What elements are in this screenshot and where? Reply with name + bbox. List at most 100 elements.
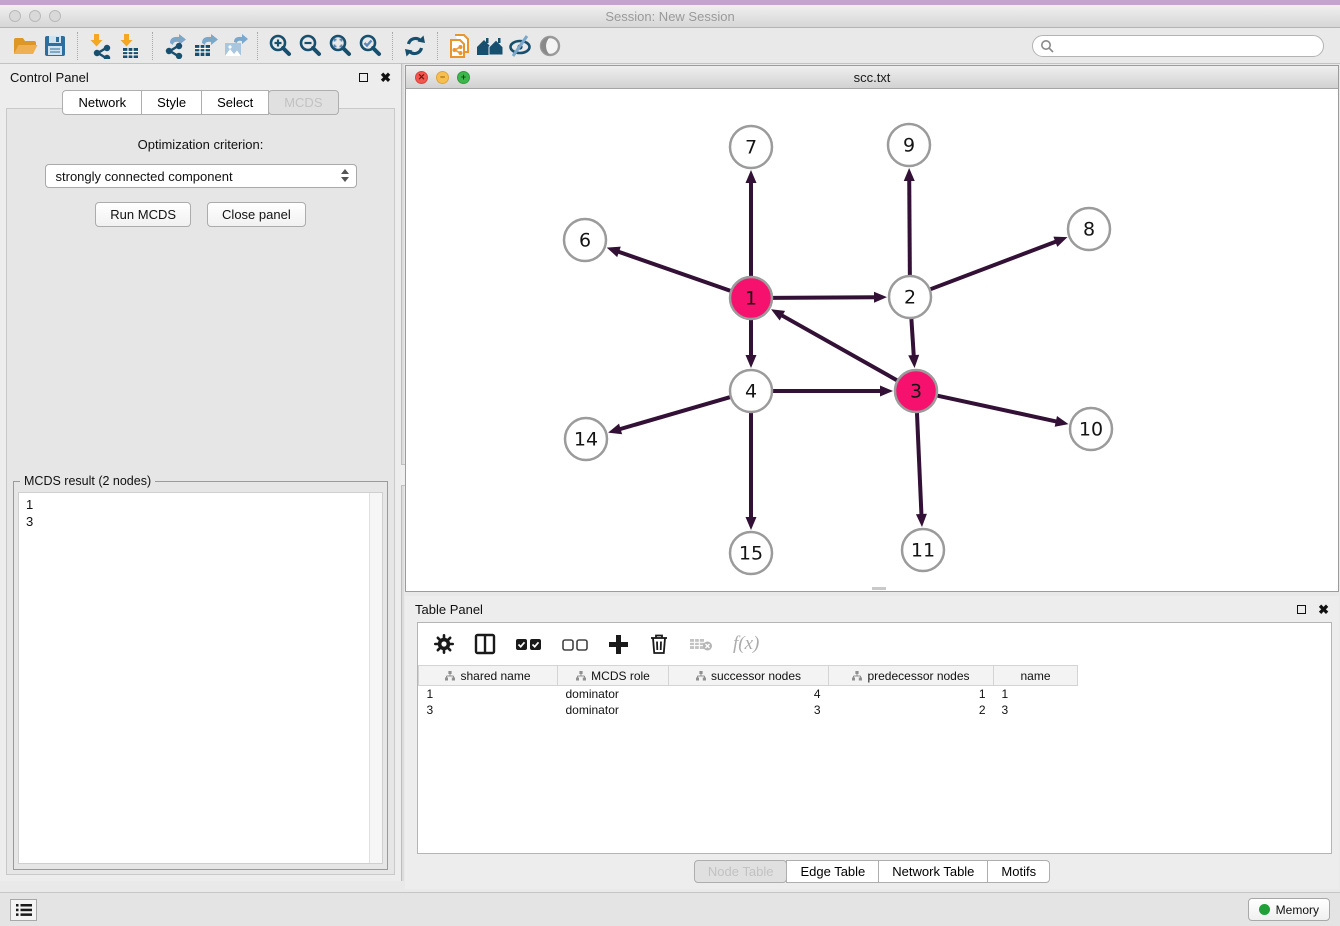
graph-edge-arrowhead <box>1053 237 1067 247</box>
toolbar-separator <box>257 32 258 60</box>
graph-node-label: 8 <box>1083 219 1095 241</box>
criterion-select[interactable]: strongly connected component <box>45 164 357 188</box>
main-toolbar <box>0 28 1340 64</box>
table-cell[interactable]: dominator <box>558 702 669 718</box>
network-canvas[interactable]: 7968124314101511 <box>406 89 1338 591</box>
refresh-icon[interactable] <box>400 32 430 60</box>
table-cell[interactable]: 3 <box>669 702 829 718</box>
run-mcds-button[interactable]: Run MCDS <box>95 202 191 227</box>
graph-edge-arrowhead <box>746 517 757 530</box>
tab-motifs[interactable]: Motifs <box>987 860 1050 883</box>
graph-edge-3-11[interactable] <box>917 413 922 516</box>
graphics-details-icon[interactable] <box>535 32 565 60</box>
table-panel-title: Table Panel <box>415 602 483 617</box>
table-row[interactable]: 1dominator411 <box>419 686 1078 702</box>
table-cell[interactable]: 3 <box>994 702 1078 718</box>
import-table-icon[interactable] <box>115 32 145 60</box>
column-label: successor nodes <box>711 669 801 683</box>
tab-edge-table[interactable]: Edge Table <box>786 860 879 883</box>
graph-edge-4-14[interactable] <box>619 397 730 429</box>
graph-edge-2-9[interactable] <box>909 179 910 275</box>
hide-selected-icon[interactable] <box>505 32 535 60</box>
tab-mcds[interactable]: MCDS <box>268 90 338 115</box>
graph-edge-2-3[interactable] <box>911 319 913 357</box>
function-builder-icon[interactable]: f(x) <box>733 633 759 655</box>
tab-style[interactable]: Style <box>141 90 202 115</box>
hierarchy-icon <box>576 671 586 681</box>
deselect-all-columns-icon[interactable] <box>562 638 588 651</box>
app-titlebar: Session: New Session <box>0 5 1340 28</box>
graph-node-label: 6 <box>579 230 591 252</box>
export-table-icon[interactable] <box>190 32 220 60</box>
search-input[interactable] <box>1032 35 1324 57</box>
tab-select[interactable]: Select <box>201 90 269 115</box>
graph-edge-1-2[interactable] <box>773 297 876 298</box>
tab-network[interactable]: Network <box>62 90 142 115</box>
close-panel-button[interactable]: Close panel <box>207 202 306 227</box>
task-history-button[interactable] <box>10 899 37 921</box>
graph-edge-arrowhead <box>608 424 622 435</box>
column-label: MCDS role <box>591 669 650 683</box>
column-header-shared-name[interactable]: shared name <box>419 666 558 686</box>
graph-edge-arrowhead <box>916 514 927 527</box>
close-panel-icon[interactable]: ✖ <box>380 71 391 84</box>
export-image-icon[interactable] <box>220 32 250 60</box>
show-columns-icon[interactable] <box>474 633 496 655</box>
table-cell[interactable]: 2 <box>829 702 994 718</box>
tab-network-table[interactable]: Network Table <box>878 860 988 883</box>
graph-edge-3-10[interactable] <box>937 396 1057 422</box>
float-table-panel-icon[interactable] <box>1297 605 1306 614</box>
delete-table-icon[interactable] <box>689 635 713 653</box>
graph-edge-1-6[interactable] <box>617 251 730 291</box>
toolbar-separator <box>152 32 153 60</box>
table-cell[interactable]: 1 <box>419 686 558 702</box>
table-cell[interactable]: 1 <box>994 686 1078 702</box>
table-cell[interactable]: 4 <box>669 686 829 702</box>
import-network-icon[interactable] <box>85 32 115 60</box>
column-label: predecessor nodes <box>867 669 969 683</box>
column-header-successor-nodes[interactable]: successor nodes <box>669 666 829 686</box>
float-panel-icon[interactable] <box>359 73 368 82</box>
table-cell[interactable]: 3 <box>419 702 558 718</box>
open-session-icon[interactable] <box>10 32 40 60</box>
table-cell[interactable]: dominator <box>558 686 669 702</box>
mcds-result-textarea[interactable]: 13 <box>18 492 383 864</box>
network-window-titlebar[interactable]: ✕ − + scc.txt <box>406 66 1338 89</box>
optimization-criterion-label: Optimization criterion: <box>7 137 394 152</box>
column-header-name[interactable]: name <box>994 666 1078 686</box>
zoom-in-icon[interactable] <box>265 32 295 60</box>
table-row[interactable]: 3dominator323 <box>419 702 1078 718</box>
column-header-MCDS-role[interactable]: MCDS role <box>558 666 669 686</box>
memory-status-icon <box>1259 904 1270 915</box>
add-column-icon[interactable] <box>608 634 629 655</box>
table-toolbar: f(x) <box>418 623 1331 665</box>
zoom-fit-icon[interactable] <box>325 32 355 60</box>
workspace: Control Panel ✖ NetworkStyleSelectMCDS O… <box>0 64 1340 892</box>
first-neighbors-icon[interactable] <box>475 32 505 60</box>
select-all-columns-icon[interactable] <box>516 638 542 651</box>
export-network-icon[interactable] <box>160 32 190 60</box>
node-table: shared name MCDS role successor nodes prede… <box>418 665 1078 718</box>
memory-button[interactable]: Memory <box>1248 898 1330 921</box>
zoom-selected-icon[interactable] <box>355 32 385 60</box>
network-window-title: scc.txt <box>406 70 1338 85</box>
mcds-result-group: MCDS result (2 nodes) 13 <box>13 481 388 870</box>
close-table-panel-icon[interactable]: ✖ <box>1318 603 1329 616</box>
mcds-result-scrollbar[interactable] <box>369 493 382 863</box>
graph-node-label: 3 <box>910 381 922 403</box>
tab-node-table[interactable]: Node Table <box>694 860 788 883</box>
column-header-predecessor-nodes[interactable]: predecessor nodes <box>829 666 994 686</box>
settings-icon[interactable] <box>434 634 454 654</box>
search-box <box>1032 35 1324 57</box>
graph-edge-arrowhead <box>607 247 621 257</box>
graph-edge-2-8[interactable] <box>931 241 1058 289</box>
table-cell[interactable]: 1 <box>829 686 994 702</box>
node-table-container: f(x) shared name MCDS role successor nodes… <box>417 622 1332 854</box>
birds-eye-handle[interactable] <box>872 587 886 590</box>
delete-column-icon[interactable] <box>649 633 669 655</box>
save-session-icon[interactable] <box>40 32 70 60</box>
network-from-selection-icon[interactable] <box>445 32 475 60</box>
table-panel: Table Panel ✖ <box>405 596 1339 889</box>
zoom-out-icon[interactable] <box>295 32 325 60</box>
graph-edge-3-1[interactable] <box>781 315 897 381</box>
